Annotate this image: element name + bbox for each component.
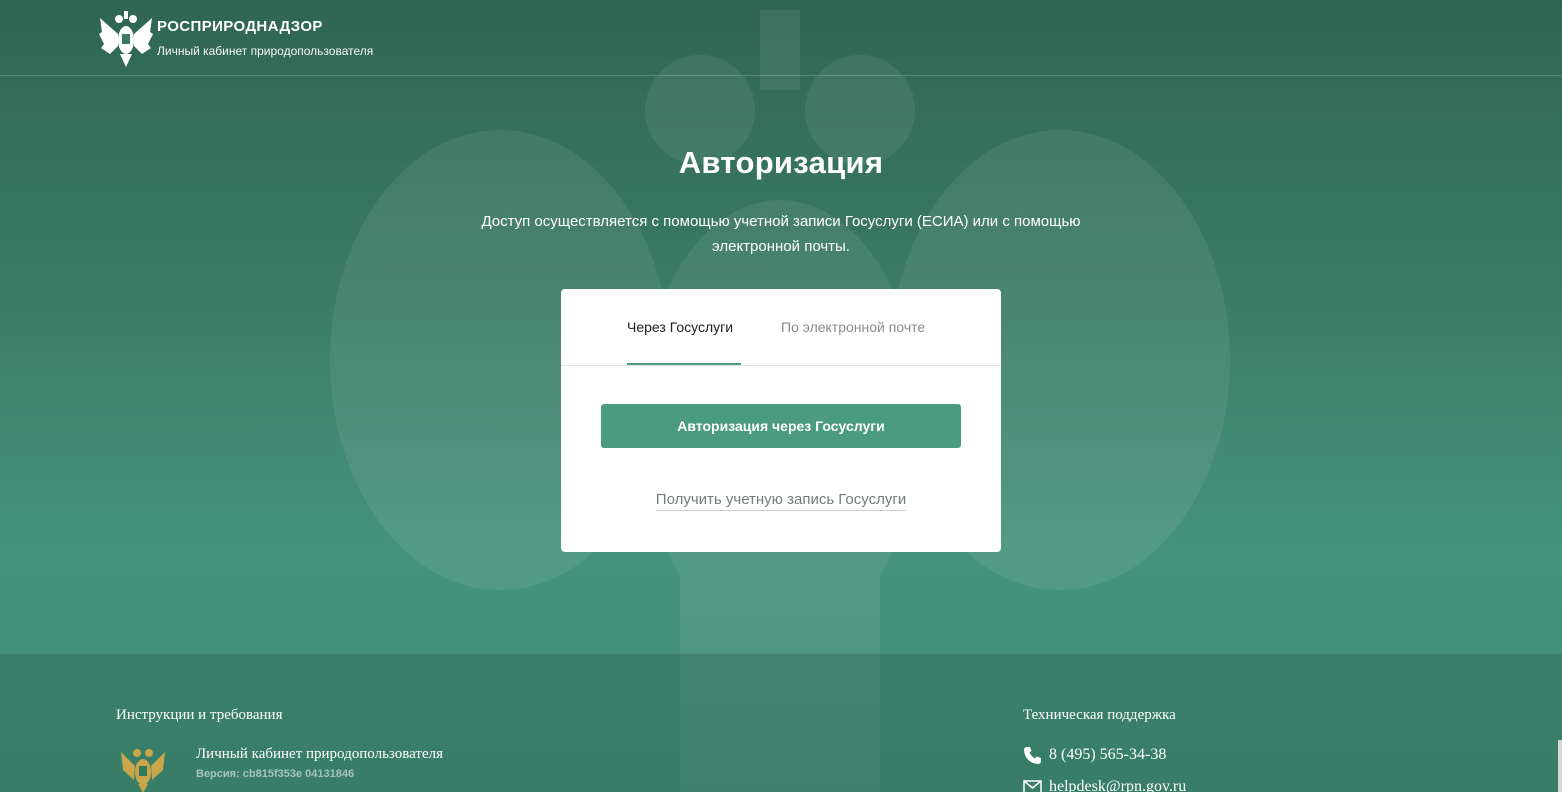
mail-icon — [1023, 780, 1042, 792]
support-title: Техническая поддержка — [1023, 707, 1176, 723]
get-gosuslugi-account-link[interactable]: Получить учетную запись Госуслуги — [655, 491, 907, 511]
auth-tabs: Через Госуслуги По электронной почте — [561, 289, 1001, 366]
auth-card: Через Госуслуги По электронной почте Авт… — [561, 289, 1001, 552]
phone-icon — [1024, 747, 1041, 764]
page-description: Доступ осуществляется с помощью учетной … — [481, 213, 1081, 255]
eagle-emblem-icon[interactable] — [98, 10, 154, 68]
version-label: Версия: cb815f353e 04131846 — [196, 768, 355, 780]
instructions-link[interactable]: Инструкции и требования — [116, 707, 282, 724]
header: РОСПРИРОДНАДЗОР Личный кабинет природопо… — [0, 0, 1562, 76]
tab-email[interactable]: По электронной почте — [781, 319, 925, 335]
gosuslugi-login-button[interactable]: Авторизация через Госуслуги — [601, 404, 961, 448]
support-phone[interactable]: 8 (495) 565-34-38 — [1049, 746, 1166, 764]
page-title: Авторизация — [678, 145, 884, 180]
active-tab-indicator — [627, 363, 741, 365]
support-email-link[interactable]: helpdesk@rpn.gov.ru — [1049, 778, 1186, 792]
footer: Инструкции и требования Личный кабинет п… — [0, 653, 1562, 792]
register-link-wrap: Получить учетную запись Госуслуги — [561, 491, 1001, 511]
brand-subtitle: Личный кабинет природопользователя — [157, 44, 374, 58]
brand-title: РОСПРИРОДНАДЗОР — [157, 18, 323, 35]
emblem-shield-icon — [121, 749, 165, 792]
scrollbar[interactable] — [1558, 740, 1562, 792]
tab-gosuslugi[interactable]: Через Госуслуги — [627, 319, 733, 335]
footer-cabinet-name: Личный кабинет природопользователя — [196, 746, 443, 762]
